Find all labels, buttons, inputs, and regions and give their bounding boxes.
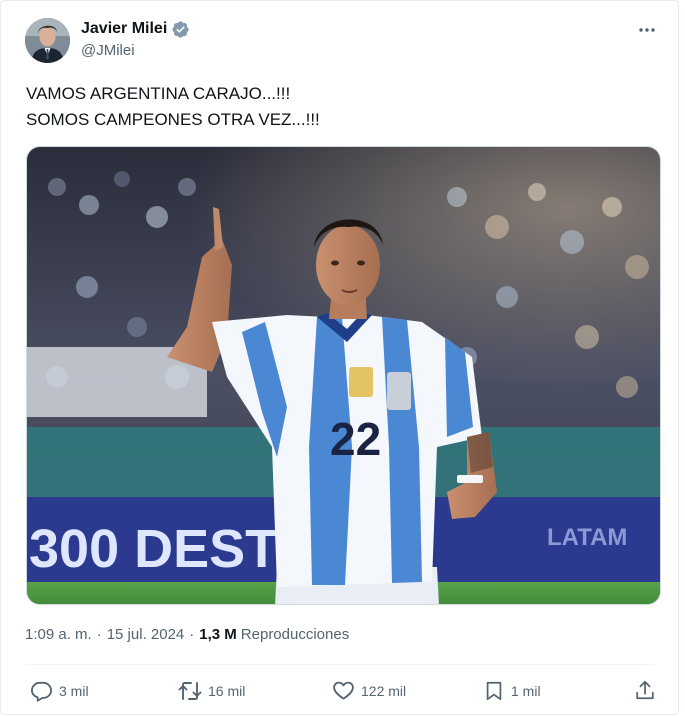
bookmark-icon [483, 679, 505, 702]
meta-separator: · [96, 626, 102, 643]
tweet-photo[interactable]: 300 DEST LATAM 22 [26, 146, 661, 605]
tweet-card: Javier Milei @JMilei VAMOS ARGENTINA CAR… [0, 0, 679, 715]
share-icon [634, 679, 656, 702]
player-photo: 300 DEST LATAM 22 [27, 147, 660, 604]
tweet-text-line: VAMOS ARGENTINA CARAJO...!!! [26, 84, 291, 103]
tweet-meta: 1:09 a. m. · 15 jul. 2024 · 1,3 M Reprod… [25, 626, 349, 643]
meta-separator: · [189, 626, 195, 643]
views-label: Reproducciones [240, 626, 350, 643]
divider [25, 664, 654, 665]
banner-left-text: 300 DEST [29, 519, 278, 579]
avatar-image [25, 18, 70, 63]
views-count: 1,3 M [199, 626, 237, 643]
author-name[interactable]: Javier Milei [81, 19, 167, 39]
bookmark-button[interactable]: 1 mil [483, 679, 541, 702]
jersey-number: 22 [330, 413, 381, 465]
action-bar: 3 mil 16 mil 122 mil 1 mil [1, 679, 680, 705]
tweet-text: VAMOS ARGENTINA CARAJO...!!! SOMOS CAMPE… [26, 81, 320, 133]
like-icon [332, 679, 355, 702]
reply-button[interactable]: 3 mil [30, 679, 89, 702]
reply-count: 3 mil [59, 682, 89, 699]
more-options-icon[interactable] [636, 19, 658, 41]
like-count: 122 mil [361, 682, 407, 699]
author-handle[interactable]: @JMilei [81, 42, 135, 59]
bookmark-count: 1 mil [511, 682, 541, 699]
verified-badge-icon [171, 20, 190, 39]
share-button[interactable] [634, 679, 656, 702]
retweet-icon [178, 679, 202, 703]
reply-icon [30, 679, 53, 702]
retweet-button[interactable]: 16 mil [178, 679, 245, 703]
tweet-date[interactable]: 15 jul. 2024 [107, 626, 185, 643]
like-button[interactable]: 122 mil [332, 679, 406, 702]
retweet-count: 16 mil [208, 683, 246, 699]
tweet-text-line: SOMOS CAMPEONES OTRA VEZ...!!! [26, 110, 320, 129]
banner-right-text: LATAM [547, 524, 627, 551]
tweet-time[interactable]: 1:09 a. m. [25, 626, 92, 643]
avatar[interactable] [25, 18, 70, 63]
author-name-row: Javier Milei [81, 19, 190, 39]
